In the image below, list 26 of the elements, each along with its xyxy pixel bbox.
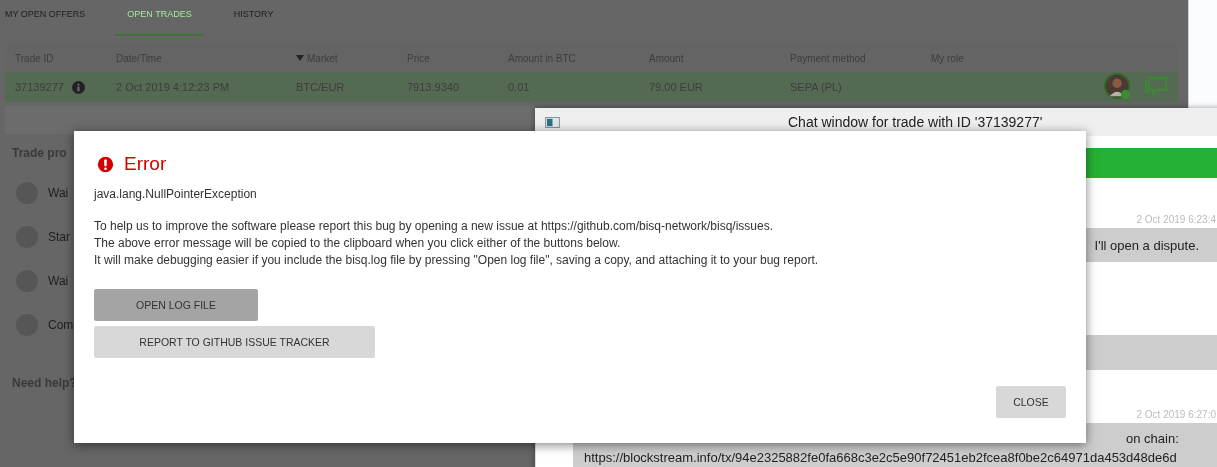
exception-text: java.lang.NullPointerException bbox=[94, 187, 258, 201]
message-text: I'll open a dispute. bbox=[1094, 236, 1199, 255]
close-button[interactable]: CLOSE bbox=[996, 386, 1066, 418]
message-time: 2 Oct 2019 6:23:4 bbox=[1136, 214, 1216, 227]
message-time: 2 Oct 2019 6:27:0 bbox=[1136, 409, 1216, 422]
action-button[interactable]: OPEN LOG FILE bbox=[94, 289, 258, 321]
message-text: To help us to improve the software please report this bug by opening a new issue at https://github.com/bisq-network/bisq/issues. bbox=[94, 218, 775, 235]
step-label: Com bbox=[48, 318, 74, 332]
step-label: Star bbox=[48, 230, 70, 244]
dialog-title: Error bbox=[124, 153, 167, 175]
message-text: It will make debugging easier if you include the bisq.log file by pressing "Open log file", saving a copy, and attaching it to your bug report. bbox=[94, 252, 820, 269]
tab[interactable]: MY OPEN OFFERS bbox=[5, 0, 86, 25]
action-button[interactable]: REPORT TO GITHUB ISSUE TRACKER bbox=[94, 326, 375, 358]
tab[interactable]: OPEN TRADES bbox=[115, 0, 204, 36]
window-title: Chat window for trade with ID '37139277' bbox=[788, 114, 1043, 130]
tab[interactable]: HISTORY bbox=[233, 0, 274, 25]
info-icon[interactable] bbox=[71, 80, 85, 94]
window-icon bbox=[545, 116, 560, 128]
message-text: https://blockstream.info/tx/94e2325882fe0fa668c3e2c5e90f72451eb2fcea8f0be2c64971da453d48de6d bbox=[584, 449, 1178, 467]
avatar-icon[interactable] bbox=[1104, 73, 1132, 101]
step-label: Wai bbox=[48, 186, 69, 200]
message-text: on chain: bbox=[1126, 430, 1180, 448]
step-label: Wai bbox=[48, 274, 69, 288]
error-icon bbox=[97, 155, 114, 173]
message-text: The above error message will be copied to the clipboard when you click either of the buttons below. bbox=[94, 235, 622, 252]
sort-icon bbox=[296, 55, 304, 61]
